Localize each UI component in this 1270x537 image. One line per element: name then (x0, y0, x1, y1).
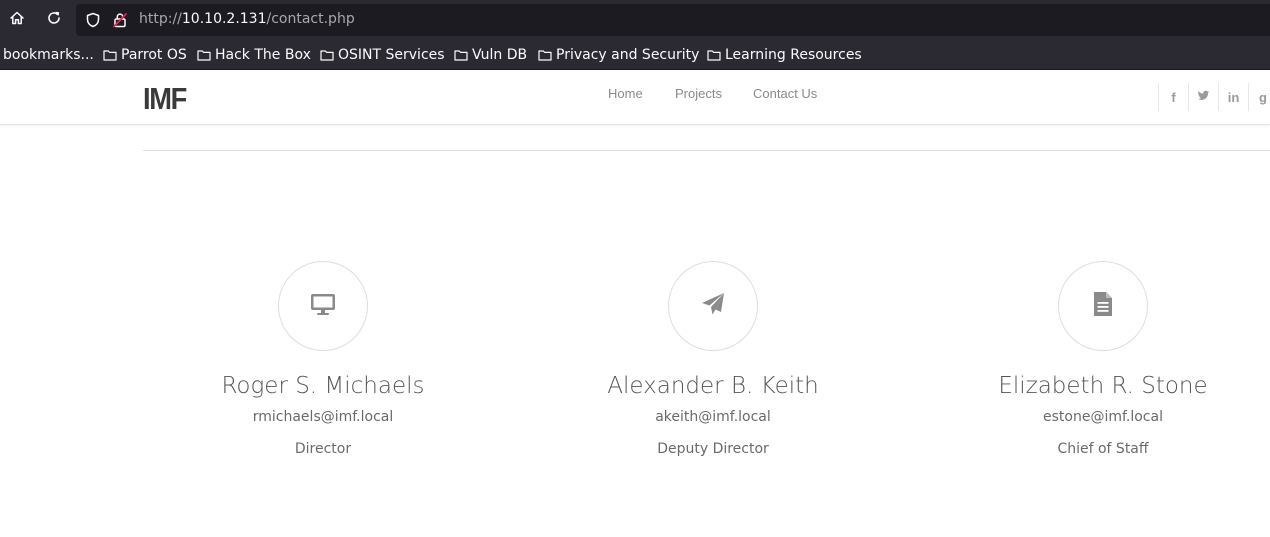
bookmark-label: Vuln DB (472, 47, 528, 63)
bookmark-folder-privacy-and-security[interactable]: Privacy and Security (538, 46, 699, 64)
nav-link-home[interactable]: Home (608, 86, 643, 101)
contact-role: Chief of Staff (1057, 441, 1149, 457)
bookmark-label: Parrot OS (121, 47, 187, 63)
contact-name: Roger S. Michaels (221, 373, 425, 399)
paper-plane-icon (699, 290, 727, 322)
google-plus-link[interactable]: g (1248, 83, 1270, 111)
contact-icon-circle (1058, 261, 1148, 351)
folder-icon (707, 48, 721, 62)
google-plus-icon: g (1259, 89, 1267, 105)
bookmark-label: Learning Resources (725, 47, 862, 63)
document-icon (1089, 290, 1117, 322)
url-bar[interactable]: http://10.10.2.131/contact.php (76, 4, 1270, 36)
url-text[interactable]: http://10.10.2.131/contact.php (139, 11, 355, 27)
twitter-link[interactable] (1188, 83, 1218, 111)
twitter-icon (1197, 89, 1210, 105)
bookmark-label: OSINT Services (338, 47, 445, 63)
linkedin-link[interactable]: in (1218, 83, 1248, 111)
contact-role: Deputy Director (657, 441, 769, 457)
site-header: IMF Home Projects Contact Us f in g (0, 70, 1270, 125)
bookmark-folder-osint-services[interactable]: OSINT Services (320, 46, 445, 64)
facebook-link[interactable]: f (1158, 83, 1188, 111)
contact-icon-circle (278, 261, 368, 351)
facebook-icon: f (1171, 89, 1176, 105)
insecure-lock-icon[interactable] (112, 12, 128, 28)
desktop-icon (309, 290, 337, 322)
contact-card: Elizabeth R. Stone estone@imf.local Chie… (953, 261, 1253, 458)
folder-icon (197, 48, 211, 62)
folder-icon (538, 48, 552, 62)
bookmark-folder-parrot-os[interactable]: Parrot OS (103, 46, 187, 64)
reload-button[interactable] (42, 8, 66, 32)
contact-email[interactable]: rmichaels@imf.local (173, 408, 473, 426)
contact-icon-circle (668, 261, 758, 351)
bookmarks-toolbar: bookmarks... Parrot OS Hack The Box OSIN… (0, 40, 1270, 70)
linkedin-icon: in (1227, 89, 1240, 105)
folder-icon (103, 48, 117, 62)
home-button[interactable] (5, 8, 29, 32)
bookmark-label: bookmarks... (3, 47, 94, 63)
folder-icon (454, 48, 468, 62)
bookmark-overflow[interactable]: bookmarks... (3, 46, 94, 64)
folder-icon (320, 48, 334, 62)
bookmark-folder-hack-the-box[interactable]: Hack The Box (197, 46, 311, 64)
section-divider (143, 150, 1270, 151)
contact-name: Elizabeth R. Stone (998, 373, 1208, 399)
url-host: 10.10.2.131 (181, 11, 267, 27)
contact-email[interactable]: estone@imf.local (953, 408, 1253, 426)
contact-name: Alexander B. Keith (607, 373, 819, 399)
bookmark-label: Privacy and Security (556, 47, 700, 63)
contact-email[interactable]: akeith@imf.local (563, 408, 863, 426)
url-path: /contact.php (266, 11, 355, 27)
bookmark-folder-vuln-db[interactable]: Vuln DB (454, 46, 527, 64)
url-scheme: http:// (139, 11, 182, 27)
browser-toolbar: http://10.10.2.131/contact.php (0, 0, 1270, 40)
bookmark-folder-learning-resources[interactable]: Learning Resources (707, 46, 862, 64)
bookmark-label: Hack The Box (215, 47, 311, 63)
nav-link-contact-us[interactable]: Contact Us (753, 86, 817, 101)
site-logo[interactable]: IMF (143, 83, 187, 115)
contact-card: Roger S. Michaels rmichaels@imf.local Di… (173, 261, 473, 458)
contact-role: Director (294, 441, 352, 457)
shield-icon[interactable] (85, 12, 101, 28)
contact-card: Alexander B. Keith akeith@imf.local Depu… (563, 261, 863, 458)
home-icon (9, 10, 25, 30)
reload-icon (46, 10, 62, 30)
nav-link-projects[interactable]: Projects (675, 86, 722, 101)
